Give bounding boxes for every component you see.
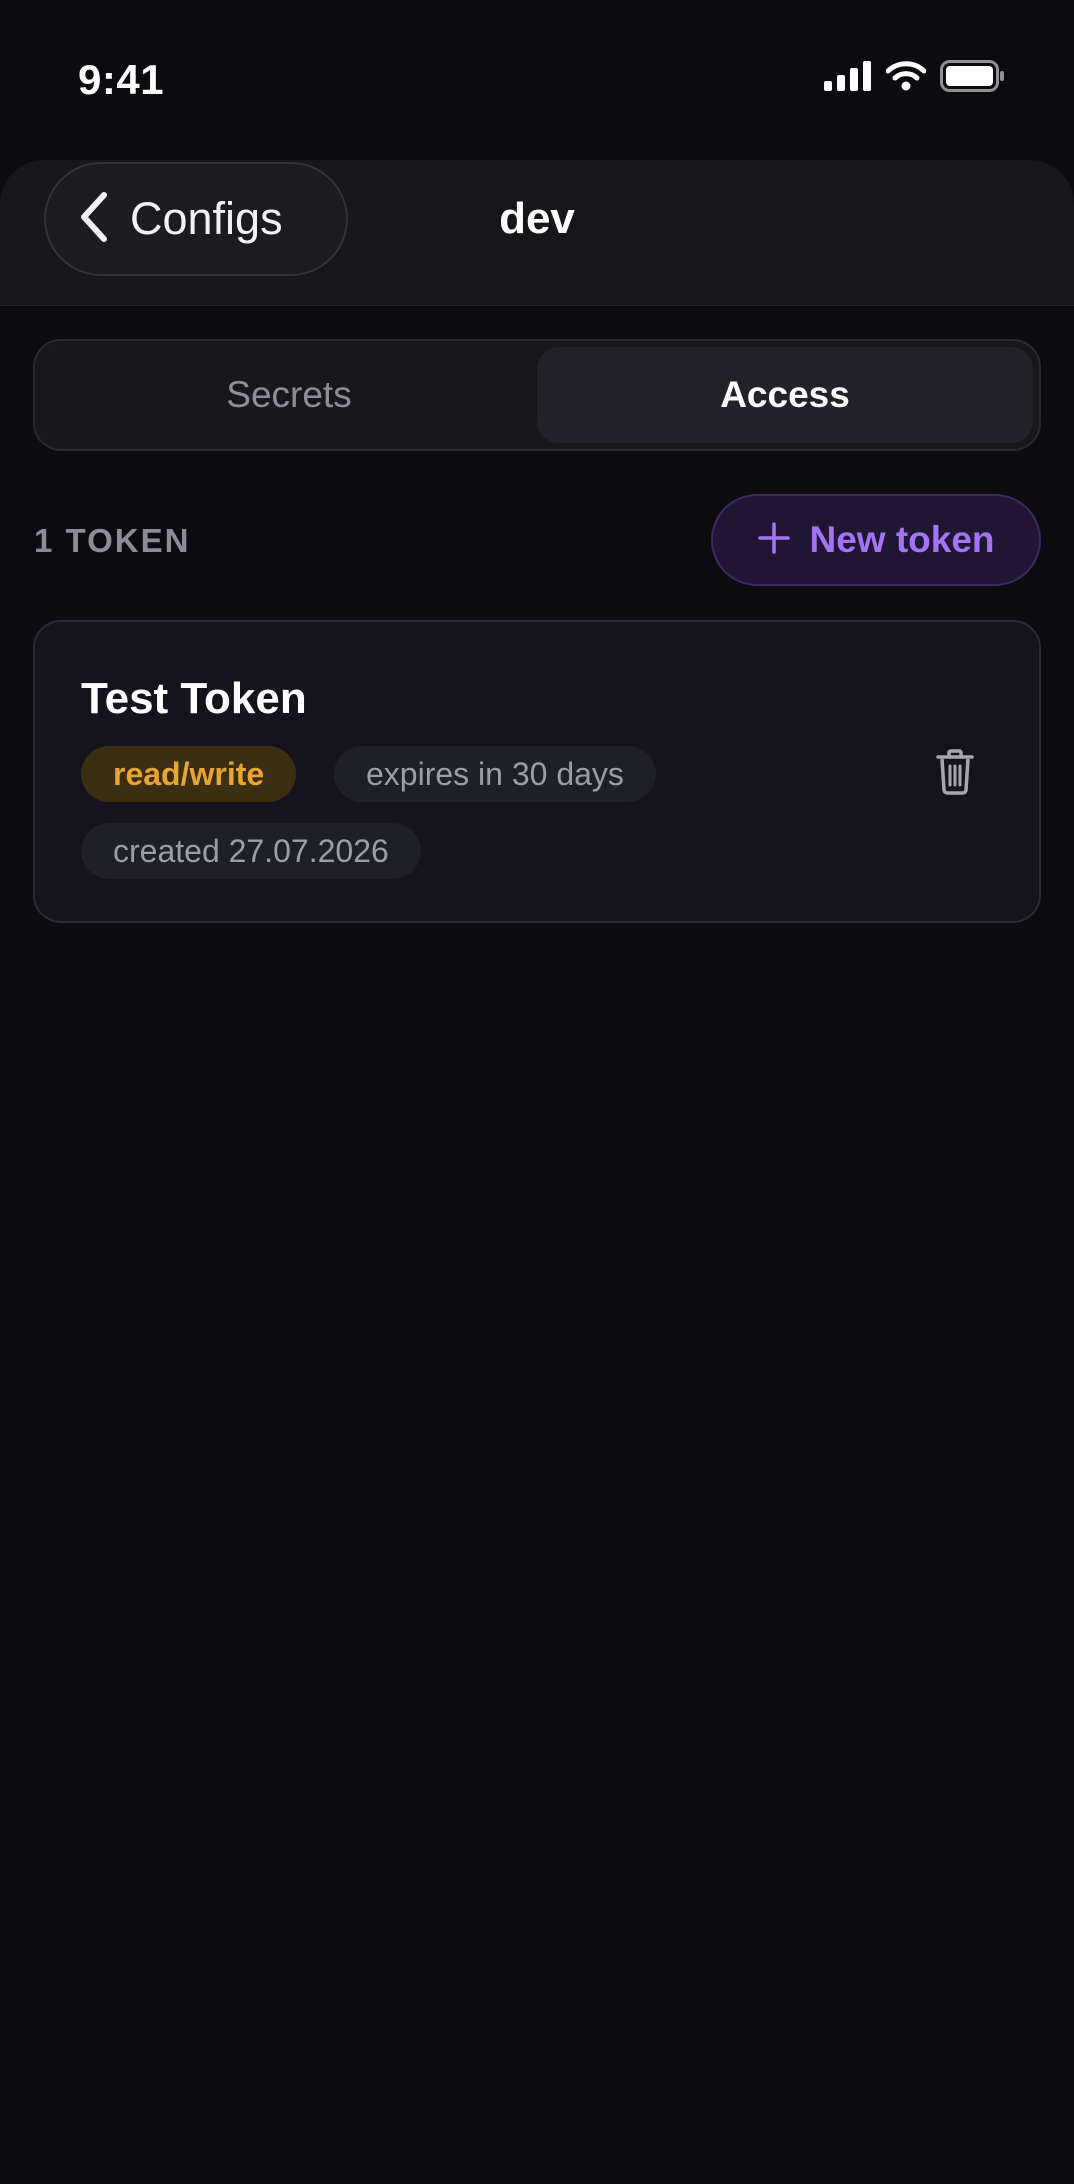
token-count-label: 1 TOKEN	[34, 522, 191, 559]
page-title: dev	[499, 194, 575, 243]
new-token-label: New token	[809, 519, 995, 560]
status-time: 9:41	[78, 56, 165, 103]
created-badge: created 27.07.2026	[81, 823, 421, 879]
token-name: Test Token	[81, 674, 307, 723]
segmented-control: Secrets Access	[33, 339, 1041, 451]
delete-token-button[interactable]	[923, 742, 987, 806]
expiry-badge: expires in 30 days	[334, 746, 656, 802]
navigation-header: Configs dev	[0, 160, 1074, 306]
cellular-signal-icon	[824, 60, 872, 96]
token-card[interactable]: Test Token read/write expires in 30 days…	[33, 620, 1041, 923]
app-screen: 9:41 Configs dev Secrets Access 1 TOKEN …	[0, 0, 1074, 2184]
trash-icon	[936, 748, 974, 800]
status-bar: 9:41	[0, 0, 1074, 160]
wifi-icon	[885, 60, 927, 96]
permission-badge: read/write	[81, 746, 297, 802]
plus-icon	[757, 521, 791, 560]
tab-access[interactable]: Access	[537, 347, 1033, 443]
status-icons	[824, 59, 1006, 97]
new-token-button[interactable]: New token	[711, 494, 1041, 586]
tab-secrets[interactable]: Secrets	[41, 347, 537, 443]
battery-icon	[940, 59, 1006, 97]
